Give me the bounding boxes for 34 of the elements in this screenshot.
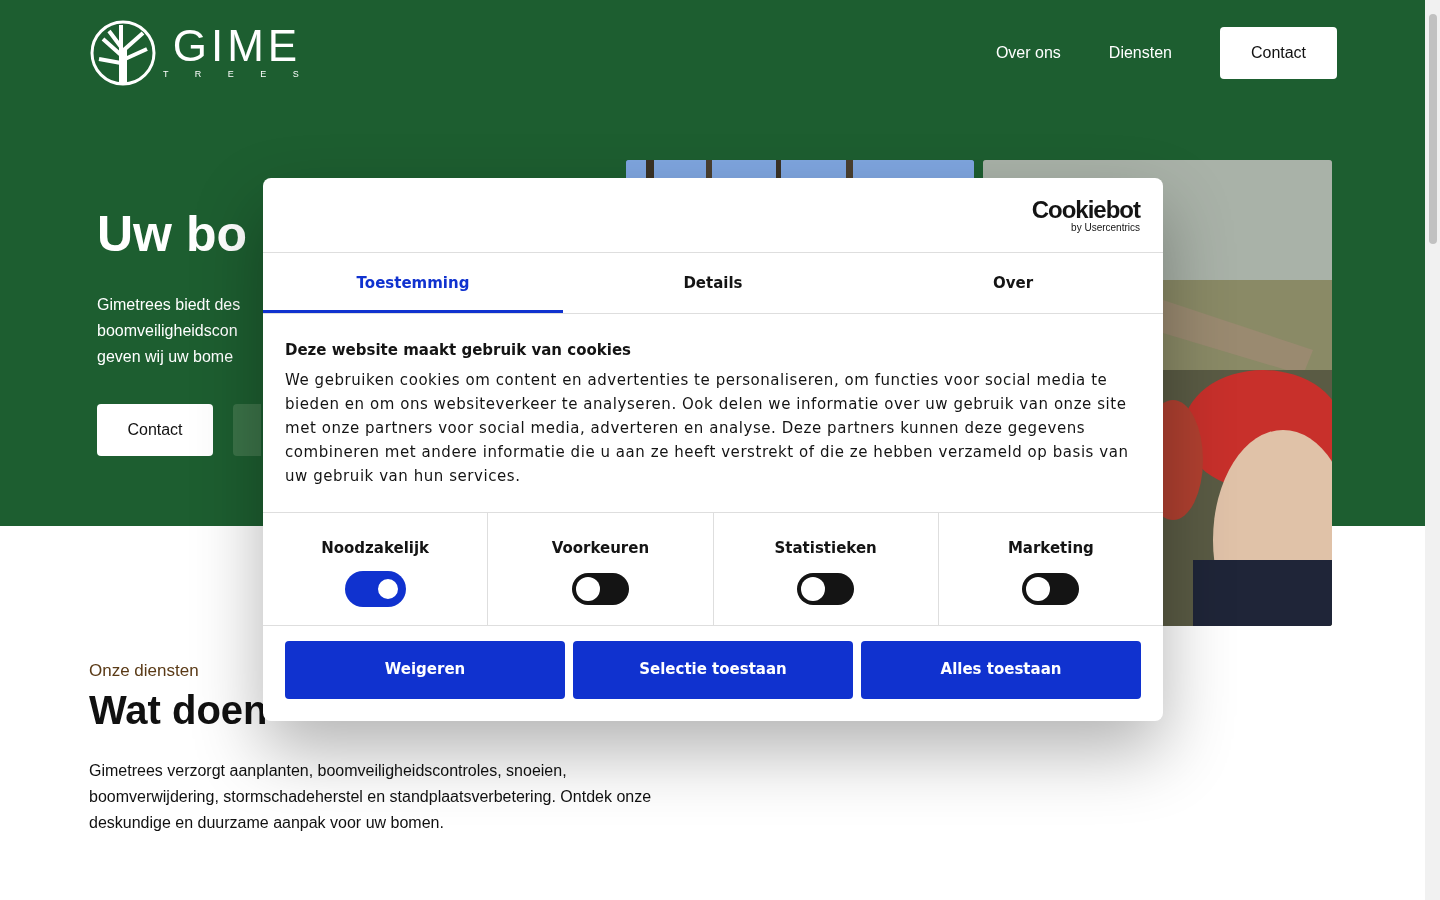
category-label: Statistieken [774,537,877,559]
category-label: Noodzakelijk [321,537,430,559]
toggle-switch[interactable] [346,573,404,605]
toggle-switch[interactable] [571,573,629,605]
category-label: Voorkeuren [551,537,650,559]
section-text: Gimetrees verzorgt aanplanten, boomveiligheidscontroles, snoeien, boomverwijdering, stormschadeherstel en standplaatsverbetering. Ontdek onze deskundige en duurzame aanpak voor uw bomen. [89,760,653,833]
category-label: Marketing [1007,537,1094,559]
hero-text-line: boomveiligheidscon [97,321,238,341]
dialog-tab[interactable]: Toestemming [263,253,563,313]
hero-text-line: geven wij uw bome [97,347,234,367]
brand-byline: by Usercentrics [1071,221,1140,233]
toggle-switch[interactable] [1022,573,1080,605]
contact-button[interactable]: Contact [1220,27,1337,79]
toggle-switch[interactable] [797,573,855,605]
section-eyebrow: Onze diensten [89,660,199,682]
logo-wordmark: GIME [172,24,302,69]
consent-button[interactable]: Alles toestaan [861,640,1141,699]
section-title: Wat doen [89,686,268,734]
consent-button[interactable]: Selectie toestaan [573,640,853,699]
logo-tagline: T R E E S [163,68,311,82]
logo[interactable]: GIME T R E E S [89,19,311,87]
hero-title: Uw bo [97,206,248,262]
nav-link[interactable]: Over ons [995,41,1061,65]
scrollbar[interactable] [1425,0,1440,900]
brand-logo: Cookiebot [1031,197,1140,222]
dialog-body: We gebruiken cookies om content en advertenties te personaliseren, om functies voor social media te bieden en om ons websiteverkeer te analyseren. Ook delen we informatie over uw gebruik van onze site met onze partners voor social media, adverteren en analyse. Deze partners kunnen deze gegevens combineren met andere informatie die u aan ze heeft verstrekt of die ze hebben verzameld op basis van uw gebruik van hun services. [285,369,1130,487]
dialog-tab[interactable]: Over [863,253,1163,313]
consent-button[interactable]: Weigeren [285,640,565,699]
tree-logo-icon [89,19,157,87]
hero-text-line: Gimetrees biedt des [97,295,241,315]
contact-button[interactable]: Contact [97,404,213,456]
dialog-tab[interactable]: Details [563,253,863,313]
dialog-heading: Deze website maakt gebruik van cookies [285,340,632,361]
nav-link[interactable]: Diensten [1108,41,1172,65]
